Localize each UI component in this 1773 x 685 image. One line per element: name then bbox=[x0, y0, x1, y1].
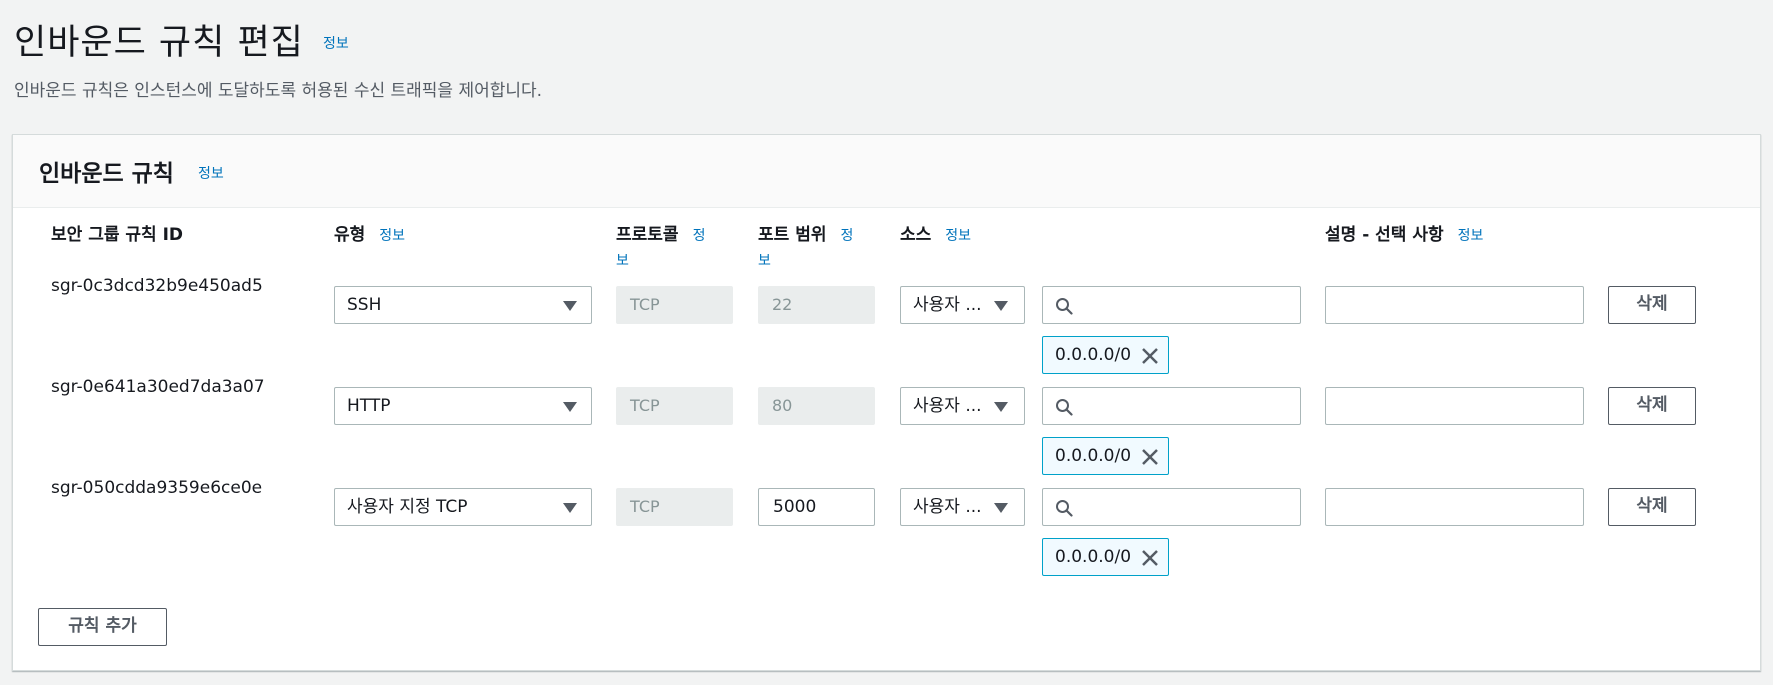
description-input[interactable] bbox=[1325, 286, 1584, 324]
cidr-token-label: 0.0.0.0/0 bbox=[1055, 547, 1132, 567]
port-range-info-link-wrap[interactable]: 보 bbox=[758, 253, 771, 269]
protocol-info-link[interactable]: 정 bbox=[693, 228, 706, 244]
protocol-info-link-wrap[interactable]: 보 bbox=[616, 253, 629, 269]
description-input[interactable] bbox=[1325, 488, 1584, 526]
cidr-token: 0.0.0.0/0 bbox=[1042, 538, 1169, 576]
cidr-token-label: 0.0.0.0/0 bbox=[1055, 345, 1132, 365]
caret-down-icon bbox=[994, 402, 1008, 412]
column-header-type: 유형 정보 bbox=[334, 223, 405, 248]
type-info-link[interactable]: 정보 bbox=[379, 228, 405, 244]
rule-id: sgr-050cdda9359e6ce0e bbox=[51, 478, 263, 498]
protocol-field: TCP bbox=[616, 488, 733, 526]
delete-rule-button[interactable]: 삭제 bbox=[1608, 387, 1696, 425]
source-search-input[interactable] bbox=[1042, 488, 1301, 526]
cidr-token-label: 0.0.0.0/0 bbox=[1055, 446, 1132, 466]
panel-info-link[interactable]: 정보 bbox=[198, 163, 224, 183]
type-select[interactable]: SSH bbox=[334, 286, 592, 324]
cidr-token: 0.0.0.0/0 bbox=[1042, 336, 1169, 374]
source-type-select[interactable]: 사용자 ... bbox=[900, 286, 1025, 324]
column-header-type-label: 유형 bbox=[334, 225, 366, 245]
close-icon[interactable] bbox=[1140, 548, 1160, 568]
column-header-source-label: 소스 bbox=[900, 225, 932, 245]
source-info-link[interactable]: 정보 bbox=[945, 228, 971, 244]
search-icon bbox=[1056, 298, 1073, 315]
caret-down-icon bbox=[563, 402, 577, 412]
delete-rule-button[interactable]: 삭제 bbox=[1608, 488, 1696, 526]
port-range-field: 80 bbox=[758, 387, 875, 425]
rule-id: sgr-0e641a30ed7da3a07 bbox=[51, 377, 265, 397]
source-type-value: 사용자 ... bbox=[913, 295, 982, 315]
column-header-protocol: 프로토콜 정 보 bbox=[616, 223, 705, 273]
column-header-source: 소스 정보 bbox=[900, 223, 971, 248]
page-title: 인바운드 규칙 편집 bbox=[14, 23, 304, 63]
port-range-field: 22 bbox=[758, 286, 875, 324]
caret-down-icon bbox=[994, 301, 1008, 311]
caret-down-icon bbox=[563, 503, 577, 513]
description-input[interactable] bbox=[1325, 387, 1584, 425]
column-header-protocol-label: 프로토콜 bbox=[616, 225, 679, 245]
delete-rule-button[interactable]: 삭제 bbox=[1608, 286, 1696, 324]
column-header-rule-id-label: 보안 그룹 규칙 ID bbox=[51, 225, 184, 245]
page-header: 인바운드 규칙 편집 정보 bbox=[14, 14, 349, 65]
source-type-select[interactable]: 사용자 ... bbox=[900, 387, 1025, 425]
source-type-value: 사용자 ... bbox=[913, 497, 982, 517]
column-header-port-range: 포트 범위 정 보 bbox=[758, 223, 853, 273]
column-header-description: 설명 - 선택 사항 정보 bbox=[1325, 223, 1483, 248]
caret-down-icon bbox=[994, 503, 1008, 513]
source-type-value: 사용자 ... bbox=[913, 396, 982, 416]
caret-down-icon bbox=[563, 301, 577, 311]
protocol-field: TCP bbox=[616, 387, 733, 425]
source-search-input[interactable] bbox=[1042, 286, 1301, 324]
protocol-field: TCP bbox=[616, 286, 733, 324]
column-header-rule-id: 보안 그룹 규칙 ID bbox=[51, 223, 183, 247]
type-select-value: SSH bbox=[347, 295, 382, 315]
inbound-rules-panel: 인바운드 규칙 정보 보안 그룹 규칙 ID 유형 정보 프로토콜 정 보 포트 범… bbox=[12, 134, 1761, 671]
description-info-link[interactable]: 정보 bbox=[1458, 228, 1484, 244]
page-description: 인바운드 규칙은 인스턴스에 도달하도록 허용된 수신 트래픽을 제어합니다. bbox=[14, 81, 543, 101]
page-title-info-link[interactable]: 정보 bbox=[323, 36, 349, 52]
rule-id: sgr-0c3dcd32b9e450ad5 bbox=[51, 276, 263, 296]
source-search-input[interactable] bbox=[1042, 387, 1301, 425]
cidr-token: 0.0.0.0/0 bbox=[1042, 437, 1169, 475]
panel-title: 인바운드 규칙 bbox=[39, 161, 174, 187]
search-icon bbox=[1056, 500, 1073, 517]
port-range-info-link[interactable]: 정 bbox=[840, 228, 853, 244]
column-header-port-range-label: 포트 범위 bbox=[758, 225, 827, 245]
type-select-value: HTTP bbox=[347, 396, 391, 416]
close-icon[interactable] bbox=[1140, 346, 1160, 366]
type-select[interactable]: HTTP bbox=[334, 387, 592, 425]
column-header-description-label: 설명 - 선택 사항 bbox=[1325, 225, 1444, 245]
type-select-value: 사용자 지정 TCP bbox=[347, 497, 468, 517]
type-select[interactable]: 사용자 지정 TCP bbox=[334, 488, 592, 526]
port-range-input[interactable]: 5000 bbox=[758, 488, 875, 526]
source-type-select[interactable]: 사용자 ... bbox=[900, 488, 1025, 526]
search-icon bbox=[1056, 399, 1073, 416]
close-icon[interactable] bbox=[1140, 447, 1160, 467]
add-rule-button[interactable]: 규칙 추가 bbox=[38, 608, 167, 646]
panel-header: 인바운드 규칙 정보 bbox=[13, 135, 1760, 208]
